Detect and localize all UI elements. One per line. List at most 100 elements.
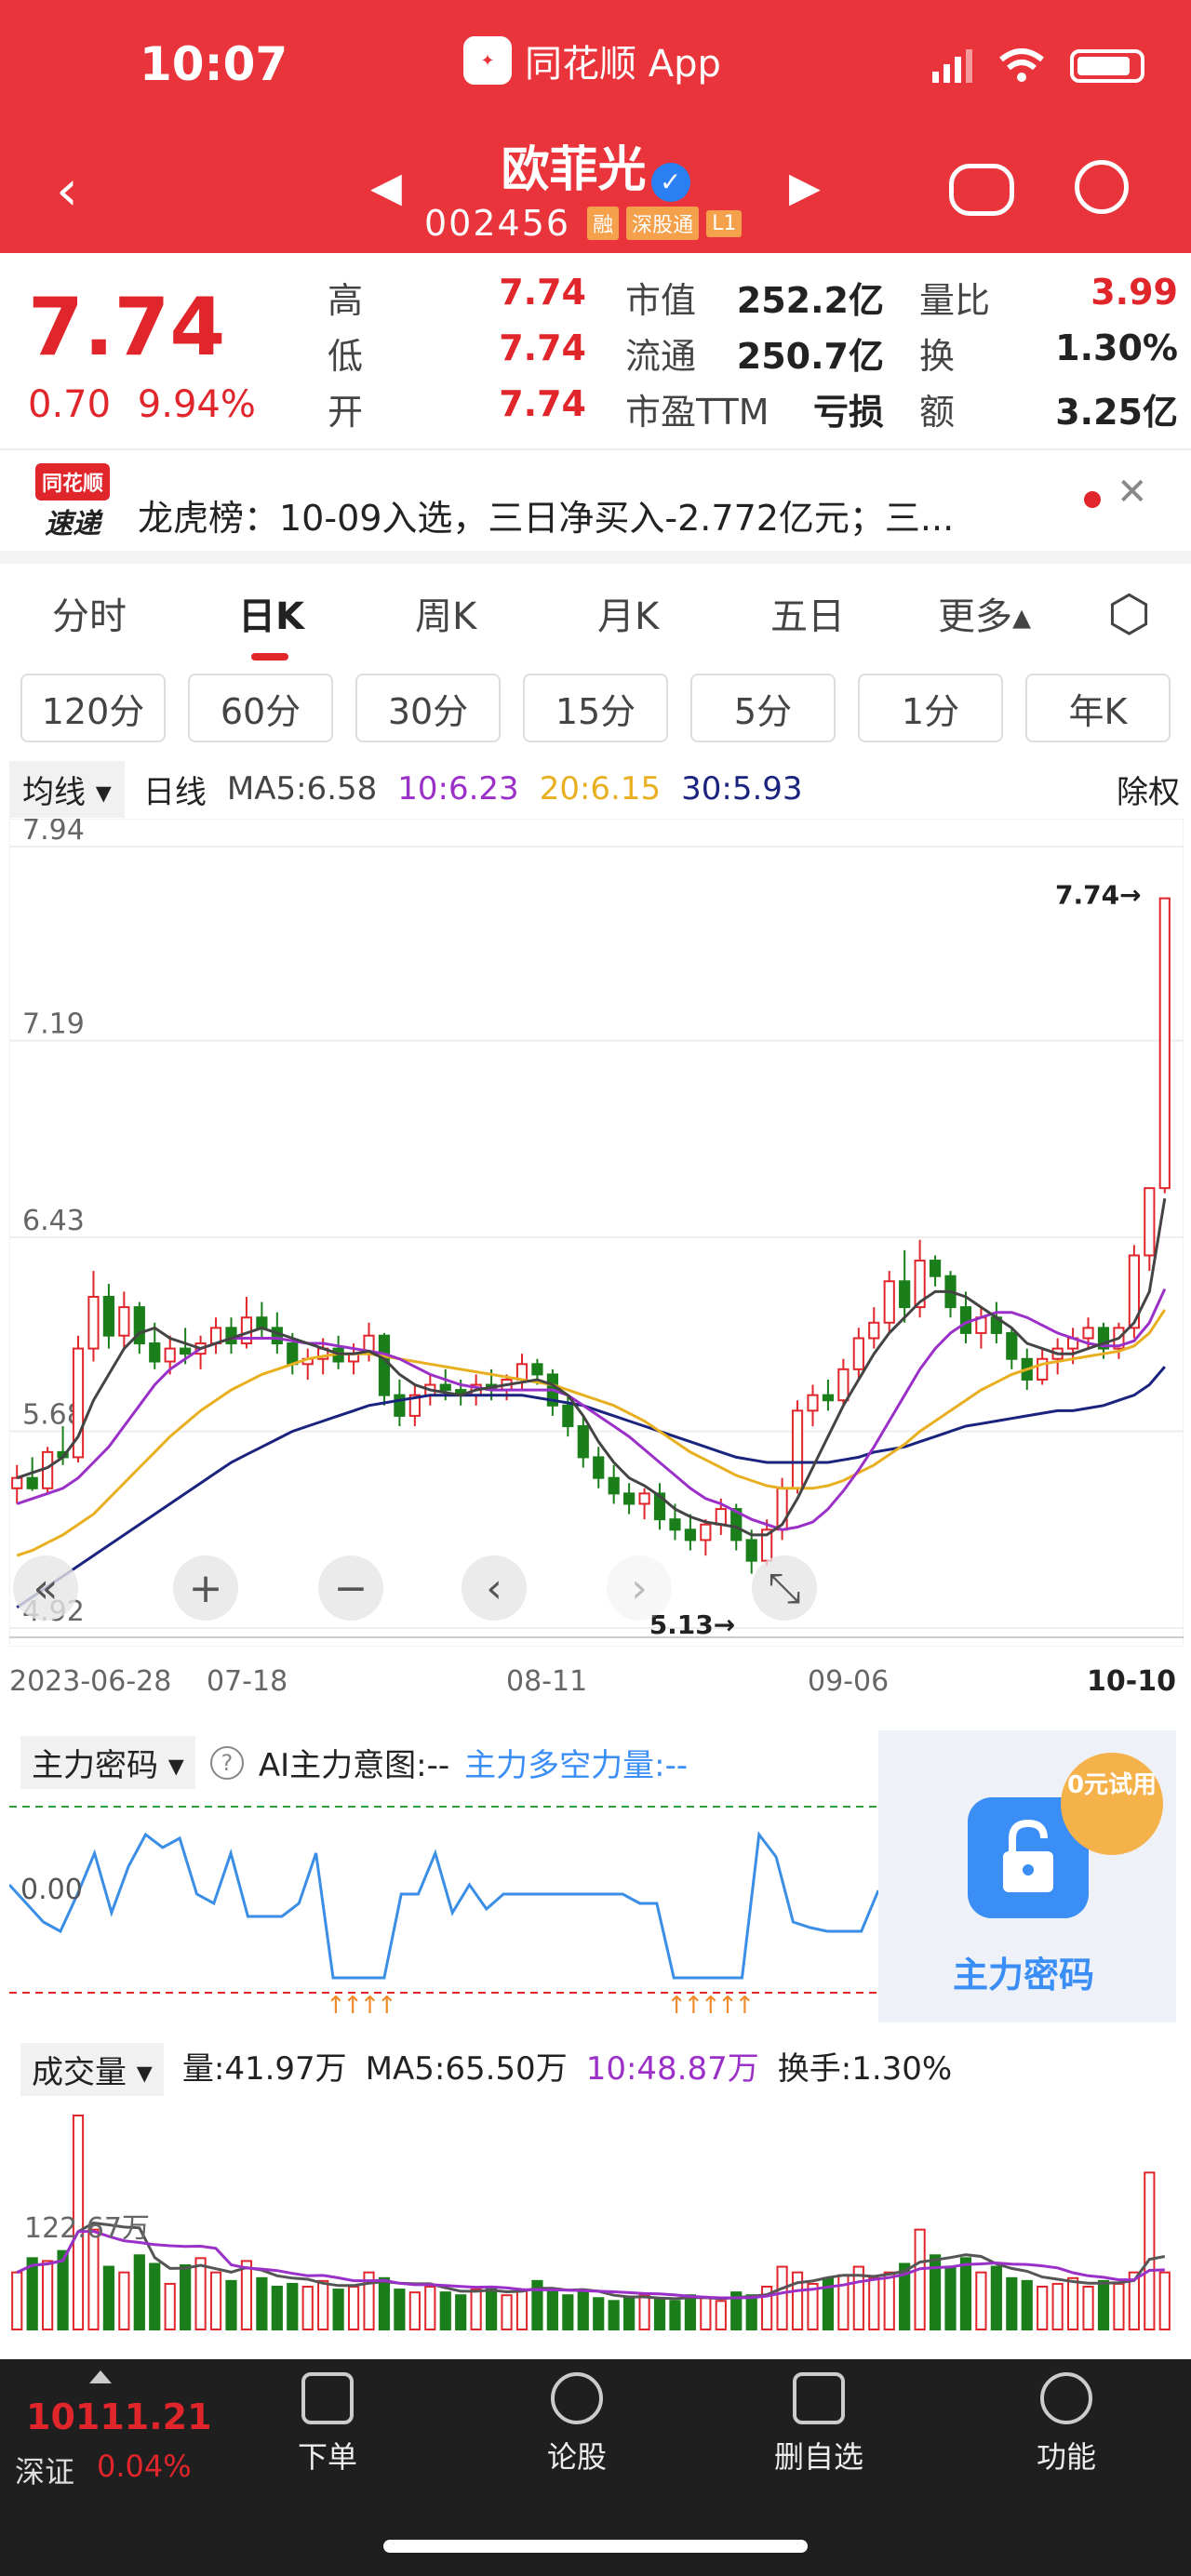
period-120m[interactable]: 120分 <box>20 674 166 742</box>
quote-label: 低 <box>328 336 364 377</box>
volume-bar <box>1082 2286 1094 2330</box>
volume-bar <box>439 2291 451 2330</box>
news-ticker[interactable]: 同花顺 速递 龙虎榜：10-09入选，三日净买入-2.772亿元；三... <box>0 452 1191 547</box>
volume-bar <box>256 2276 268 2331</box>
volume-bar <box>485 2286 498 2330</box>
app-logo-icon: ✦ <box>463 36 512 85</box>
tab-more[interactable]: 更多▴ <box>938 586 1031 640</box>
volume-bar <box>959 2257 972 2330</box>
volume-bar <box>1097 2279 1110 2331</box>
price-change: 0.70 9.94% <box>28 383 256 426</box>
volume-bar <box>1006 2276 1018 2331</box>
quote-panel: 7.74 0.70 9.94% 高 7.74 市值 252.2亿 量比 3.99 低 7.74… <box>0 253 1191 448</box>
nav-remove-watch[interactable]: 删自选 <box>744 2372 893 2476</box>
period-1m[interactable]: 1分 <box>858 674 1003 742</box>
menu-icon <box>1040 2372 1092 2424</box>
order-icon <box>301 2372 354 2424</box>
settings-icon[interactable]: ⬡ <box>1107 584 1151 643</box>
candle-body <box>822 1394 835 1402</box>
volume-bar <box>271 2286 283 2330</box>
volume-bar <box>868 2276 880 2331</box>
nav-discuss[interactable]: 论股 <box>502 2372 651 2476</box>
status-time: 10:07 <box>140 37 288 91</box>
next-stock-icon[interactable]: ▶ <box>789 164 821 211</box>
zoom-in-icon[interactable]: + <box>173 1555 238 1621</box>
volume-chart <box>11 2115 1171 2331</box>
close-icon[interactable]: ✕ <box>1117 471 1148 514</box>
x-date-label: 10-10 <box>1087 1665 1176 1698</box>
nav-functions[interactable]: 功能 <box>992 2372 1141 2476</box>
period-5m[interactable]: 5分 <box>690 674 836 742</box>
candle-body <box>669 1518 681 1531</box>
ma-selector[interactable]: 均线 ▾ <box>9 760 125 818</box>
volume-bar <box>225 2279 237 2331</box>
y-tick-label: 7.19 <box>22 1008 85 1041</box>
candlestick-chart[interactable]: 7.947.196.435.684.927.74→5.13→ <box>9 819 1184 1647</box>
fullscreen-icon[interactable]: ⤡ <box>752 1555 817 1621</box>
candle-body <box>959 1306 972 1334</box>
volume-bar <box>653 2297 666 2330</box>
tab-underline <box>251 653 288 661</box>
period-60m[interactable]: 60分 <box>188 674 333 742</box>
volume-bar <box>562 2294 574 2330</box>
expand-icon[interactable] <box>89 2370 112 2383</box>
adjust-label[interactable]: 除权 <box>1117 767 1180 812</box>
pan-right-icon[interactable]: › <box>607 1555 672 1621</box>
free-trial-badge[interactable]: 0元试用 <box>1061 1753 1163 1855</box>
stock-name: 欧菲光 <box>501 142 647 198</box>
back-icon[interactable]: ‹ <box>56 158 78 223</box>
signal-icon <box>932 49 972 83</box>
ma5-value: MA5:6.58 <box>226 770 378 808</box>
volume-bar <box>180 2264 192 2330</box>
search-icon[interactable] <box>1075 160 1129 214</box>
zoom-out-icon[interactable]: − <box>318 1555 383 1621</box>
volume-bar <box>515 2289 529 2330</box>
period-15m[interactable]: 15分 <box>523 674 668 742</box>
tab-weekly-k[interactable]: 周K <box>415 586 476 640</box>
index-value[interactable]: 10111.21 <box>26 2396 212 2437</box>
rewind-icon[interactable]: « <box>13 1555 78 1621</box>
unlock-overlay[interactable]: 主力密码 0元试用 <box>878 1730 1176 2022</box>
volume-value: 量:41.97万 <box>181 2050 347 2088</box>
volume-bar <box>133 2254 145 2330</box>
tab-five-day[interactable]: 五日 <box>770 586 845 640</box>
help-icon[interactable]: ? <box>209 1745 244 1780</box>
quote-label: 流通 <box>625 336 697 377</box>
volume-bar <box>608 2300 620 2330</box>
volume-selector[interactable]: 成交量 ▾ <box>20 2043 164 2096</box>
volume-bar <box>623 2297 636 2330</box>
volume-panel: 成交量 ▾ 量:41.97万 MA5:65.50万 10:48.87万 换手:1… <box>0 2034 1191 2331</box>
volume-bar <box>378 2276 391 2331</box>
quote-label: 换 <box>919 336 956 377</box>
tab-daily-k[interactable]: 日K <box>238 586 304 640</box>
chart-frame <box>9 819 1184 1647</box>
quote-label: 市值 <box>625 280 697 321</box>
ai-intent: AI主力意图:-- <box>258 1747 450 1784</box>
volume-bar <box>1158 2271 1171 2331</box>
volume-ma10: 10:48.87万 <box>585 2050 759 2088</box>
pan-left-icon[interactable]: ‹ <box>462 1555 527 1621</box>
tab-intraday[interactable]: 分时 <box>52 586 127 640</box>
volume-bar <box>1113 2282 1125 2330</box>
nav-discuss-label: 论股 <box>546 2439 607 2475</box>
volume-bar <box>745 2294 757 2330</box>
period-year-k[interactable]: 年K <box>1025 674 1171 742</box>
volume-bar <box>1051 2282 1064 2330</box>
ma10-value: 10:6.23 <box>397 770 519 808</box>
candle-body <box>852 1337 864 1370</box>
nav-order[interactable]: 下单 <box>253 2372 402 2476</box>
robot-icon[interactable] <box>949 164 1014 216</box>
remove-watch-icon <box>793 2372 845 2424</box>
candle-body <box>394 1394 406 1417</box>
indicator-selector[interactable]: 主力密码 ▾ <box>20 1736 195 1789</box>
nav-order-label: 下单 <box>297 2439 357 2475</box>
tag-connect: 深股通 <box>626 207 700 240</box>
candle-body <box>102 1295 115 1337</box>
force-power: 主力多空力量:-- <box>464 1747 689 1784</box>
period-30m[interactable]: 30分 <box>355 674 501 742</box>
quote-value: 7.74 <box>499 383 586 424</box>
candle-body <box>577 1425 589 1459</box>
main-force-chart: ↑↑↑↑ ↑↑↑↑↑ <box>9 1806 878 2020</box>
candle-body <box>378 1334 391 1396</box>
tab-monthly-k[interactable]: 月K <box>597 586 659 640</box>
